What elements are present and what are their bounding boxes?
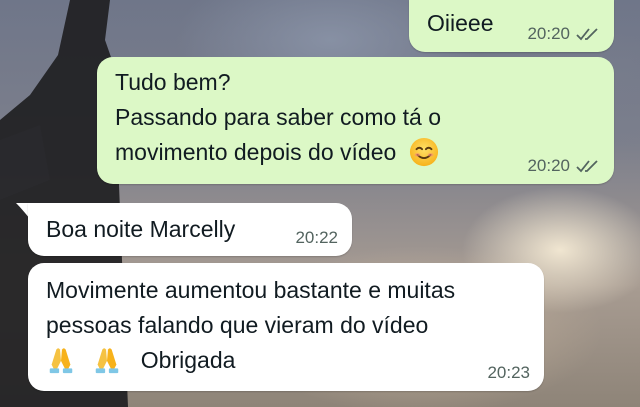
- double-check-icon: [576, 28, 598, 41]
- message-time: 20:22: [295, 228, 338, 247]
- message-body: Movimente aumentou bastante e muitas pes…: [46, 273, 455, 378]
- message-bubble-incoming[interactable]: Boa noite Marcelly 20:22: [28, 203, 352, 256]
- message-bubble-outgoing[interactable]: Tudo bem? Passando para saber como tá o …: [97, 57, 614, 184]
- message-meta: 20:20: [527, 156, 600, 176]
- message-line-text: movimento depois do vídeo: [115, 139, 397, 165]
- smiling-face-icon: [409, 137, 438, 166]
- message-text: Boa noite Marcelly: [46, 216, 236, 242]
- folded-hands-icon: [96, 348, 119, 373]
- message-time: 20:23: [487, 363, 530, 382]
- message-bubble-outgoing[interactable]: Oiieee 20:20: [409, 0, 614, 52]
- message-line: Movimente aumentou bastante e muitas: [46, 277, 456, 303]
- message-bubble-incoming[interactable]: Movimente aumentou bastante e muitas pes…: [28, 263, 544, 391]
- message-time: 20:20: [527, 156, 570, 175]
- message-meta: 20:20: [527, 24, 600, 44]
- message-line-text: Obrigada: [140, 347, 236, 373]
- double-check-icon: [576, 160, 598, 173]
- message-line: Obrigada: [46, 343, 455, 378]
- message-meta: 20:22: [295, 228, 338, 248]
- message-line: movimento depois do vídeo: [115, 135, 441, 170]
- message-text: Oiieee: [427, 10, 494, 36]
- message-time: 20:20: [527, 24, 570, 43]
- message-line: pessoas falando que vieram do vídeo: [46, 312, 429, 338]
- message-line: Passando para saber como tá o: [115, 104, 442, 130]
- message-body: Tudo bem? Passando para saber como tá o …: [115, 65, 441, 170]
- message-meta: 20:23: [487, 363, 530, 383]
- folded-hands-icon: [49, 348, 73, 373]
- message-line: Tudo bem?: [115, 69, 231, 95]
